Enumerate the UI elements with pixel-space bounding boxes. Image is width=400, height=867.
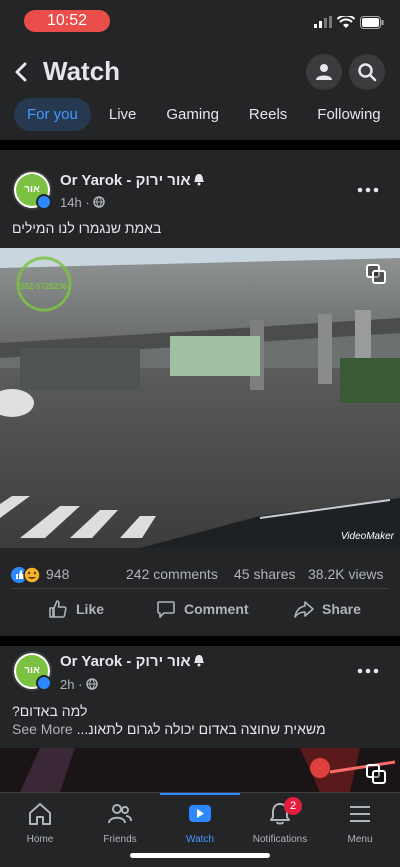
nav-notifications-label: Notifications xyxy=(252,834,308,845)
signal-icon xyxy=(314,16,332,28)
feed-divider xyxy=(0,140,400,150)
tab-reels[interactable]: Reels xyxy=(249,106,287,123)
share-icon xyxy=(294,601,314,618)
video-watermark: VideoMaker xyxy=(340,531,394,542)
like-icon xyxy=(49,600,67,618)
post-time: 2h · xyxy=(60,677,98,692)
nav-home[interactable]: Home xyxy=(0,801,80,845)
nav-watch-label: Watch xyxy=(186,834,214,845)
video-player[interactable]: 052-5725236 VideoMaker xyxy=(0,248,400,548)
view-count: 38.2K views xyxy=(308,566,384,582)
tab-for-you[interactable]: For you xyxy=(14,97,91,131)
watch-tabs: For you Live Gaming Reels Following xyxy=(14,96,400,132)
video-overlay-phone: 052-5725236 xyxy=(20,282,68,291)
share-button[interactable]: Share xyxy=(294,599,361,619)
tab-gaming[interactable]: Gaming xyxy=(166,106,219,123)
friends-icon xyxy=(108,804,132,824)
fullscreen-icon[interactable] xyxy=(366,264,386,284)
nav-friends-label: Friends xyxy=(103,834,137,845)
video-frame xyxy=(0,248,400,548)
tab-live[interactable]: Live xyxy=(109,106,137,123)
search-icon xyxy=(358,63,377,82)
video-player[interactable] xyxy=(0,748,400,792)
watch-header: Watch For you Live Gaming Reels Followin… xyxy=(0,44,400,140)
post-time-text: 14h xyxy=(60,195,82,210)
page-title: Watch xyxy=(43,56,121,86)
post-caption: באמת שנגמרו לנו המילים xyxy=(12,220,162,236)
more-options-icon[interactable] xyxy=(356,666,380,676)
post-caption-line2: See More משאית שחוצה באדום יכולה לגרום ל… xyxy=(12,721,326,737)
person-icon xyxy=(316,64,332,80)
tab-following[interactable]: Following xyxy=(317,106,380,123)
home-indicator xyxy=(130,853,270,858)
bell-icon xyxy=(194,174,204,186)
video-post: אור ירוק Or Yarok - אור ירוק 2h · למה בא… xyxy=(0,646,400,792)
reaction-icons xyxy=(11,566,41,584)
verified-icon xyxy=(36,675,52,691)
nav-watch[interactable]: Watch xyxy=(160,801,240,845)
share-label: Share xyxy=(322,601,361,617)
like-label: Like xyxy=(76,601,105,617)
comment-button[interactable]: Comment xyxy=(156,599,249,619)
post-time: 14h · xyxy=(60,195,106,210)
more-options-icon[interactable] xyxy=(356,185,380,195)
nav-notifications[interactable]: 2 Notifications xyxy=(240,797,320,845)
globe-icon xyxy=(93,196,106,208)
comment-icon xyxy=(157,601,175,618)
see-more-link[interactable]: See More xyxy=(12,721,73,737)
home-icon xyxy=(29,803,51,825)
notification-badge: 2 xyxy=(284,797,302,815)
video-post: אור ירוק Or Yarok - אור ירוק 14h · באמת … xyxy=(0,150,400,636)
watch-icon xyxy=(189,805,211,822)
post-time-text: 2h xyxy=(60,677,75,692)
like-button[interactable]: Like xyxy=(48,599,104,619)
comment-label: Comment xyxy=(184,601,249,617)
post-caption-line1: למה באדום? xyxy=(12,703,88,719)
battery-icon xyxy=(360,16,384,29)
menu-icon xyxy=(350,806,370,822)
nav-menu-label: Menu xyxy=(347,834,373,845)
status-time: 10:52 xyxy=(24,10,110,32)
comment-count[interactable]: 242 comments xyxy=(126,566,218,582)
nav-menu[interactable]: Menu xyxy=(320,801,400,845)
profile-button[interactable] xyxy=(306,54,342,90)
post-author[interactable]: Or Yarok - אור ירוק xyxy=(60,172,191,189)
status-bar: 10:52 xyxy=(0,0,400,44)
share-count[interactable]: 45 shares xyxy=(234,566,295,582)
back-arrow-icon[interactable] xyxy=(12,58,32,86)
reactions[interactable] xyxy=(10,566,44,589)
post-actions: Like Comment Share xyxy=(12,588,388,628)
feed-divider xyxy=(0,636,400,646)
nav-friends[interactable]: Friends xyxy=(80,801,160,845)
reaction-count[interactable]: 948 xyxy=(46,566,69,582)
post-author[interactable]: Or Yarok - אור ירוק xyxy=(60,653,191,670)
fullscreen-icon[interactable] xyxy=(366,764,386,784)
wifi-icon xyxy=(337,16,355,28)
active-tab-indicator xyxy=(160,793,240,795)
globe-icon xyxy=(86,678,98,690)
verified-icon xyxy=(36,194,52,210)
nav-home-label: Home xyxy=(26,834,54,845)
bell-icon xyxy=(194,655,204,667)
video-frame xyxy=(0,748,400,792)
post-caption-text: משאית שחוצה באדום יכולה לגרום לתאונ... xyxy=(76,721,326,737)
search-button[interactable] xyxy=(349,54,385,90)
